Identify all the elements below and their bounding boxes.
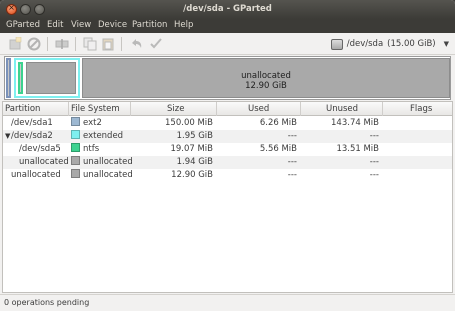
device-name: /dev/sda xyxy=(346,39,384,49)
file-system-cell: extended xyxy=(71,130,123,143)
disk-segment-unallocated[interactable]: unallocated 12.90 GiB xyxy=(82,58,450,98)
file-system-name: ext2 xyxy=(83,118,102,128)
used-cell: --- xyxy=(287,131,297,141)
column-header-flags[interactable]: Flags xyxy=(383,102,453,116)
file-system-name: unallocated xyxy=(83,170,133,180)
filesystem-color-swatch xyxy=(71,143,80,152)
delete-icon[interactable] xyxy=(27,37,41,51)
size-cell: 150.00 MiB xyxy=(165,118,213,128)
size-cell: 12.90 GiB xyxy=(171,170,213,180)
filesystem-color-swatch xyxy=(71,130,80,139)
disk-graphic: unallocated 12.90 GiB xyxy=(4,56,451,100)
unallocated-segment-label: unallocated 12.90 GiB xyxy=(83,71,449,91)
apply-icon[interactable] xyxy=(149,37,163,51)
file-system-cell: ntfs xyxy=(71,143,99,156)
menu-view[interactable]: View xyxy=(71,20,91,30)
used-cell: --- xyxy=(287,157,297,167)
menu-edit[interactable]: Edit xyxy=(47,20,63,30)
status-text: 0 operations pending xyxy=(4,298,90,307)
column-header-unused[interactable]: Unused xyxy=(301,102,383,116)
column-header-partition[interactable]: Partition xyxy=(3,102,69,116)
disk-segment-sda2-extended[interactable] xyxy=(14,58,80,98)
partition-name: /dev/sda5 xyxy=(19,144,61,154)
unused-cell: 143.74 MiB xyxy=(331,118,379,128)
used-cell: 6.26 MiB xyxy=(259,118,297,128)
partition-name: unallocated xyxy=(19,157,69,167)
disk-segment-sda1[interactable] xyxy=(6,58,11,98)
unallocated-segment-size: 12.90 GiB xyxy=(245,81,287,91)
toolbar-separator xyxy=(121,37,122,51)
unused-cell: --- xyxy=(369,170,379,180)
filesystem-color-swatch xyxy=(71,169,80,178)
gparted-window: × /dev/sda - GParted GParted Edit View D… xyxy=(0,0,455,311)
table-row[interactable]: /dev/sda5 ntfs 19.07 MiB 5.56 MiB 13.51 MiB xyxy=(3,143,452,156)
expander-arrow-icon[interactable]: ▼ xyxy=(5,130,10,143)
undo-icon[interactable] xyxy=(129,37,143,51)
unused-cell: --- xyxy=(369,131,379,141)
harddisk-icon xyxy=(330,38,343,50)
size-cell: 19.07 MiB xyxy=(170,144,213,154)
chevron-down-icon: ▼ xyxy=(443,40,449,48)
partition-table: Partition File System Size Used Unused F… xyxy=(2,101,453,293)
paste-icon[interactable] xyxy=(101,37,115,51)
device-selector[interactable]: /dev/sda (15.00 GiB) ▼ xyxy=(330,36,449,52)
table-row[interactable]: /dev/sda1 ext2 150.00 MiB 6.26 MiB 143.74 Mi… xyxy=(3,117,452,130)
partition-name: /dev/sda1 xyxy=(11,118,53,128)
window-title: /dev/sda - GParted xyxy=(183,4,272,14)
partition-name: unallocated xyxy=(11,170,61,180)
column-header-file-system[interactable]: File System xyxy=(69,102,131,116)
toolbar-separator xyxy=(75,37,76,51)
resize-move-icon[interactable] xyxy=(55,37,69,51)
file-system-name: extended xyxy=(83,131,124,141)
table-row[interactable]: unallocated unallocated 1.94 GiB --- --- xyxy=(3,156,452,169)
table-row[interactable]: ▼/dev/sda2 extended 1.95 GiB --- --- xyxy=(3,130,452,143)
filesystem-color-swatch xyxy=(71,156,80,165)
disk-segment-sda5[interactable] xyxy=(18,62,23,94)
file-system-cell: unallocated xyxy=(71,156,133,169)
new-partition-icon[interactable] xyxy=(8,37,22,51)
partition-name: /dev/sda2 xyxy=(11,131,53,141)
status-bar: 0 operations pending xyxy=(0,294,455,311)
menu-partition[interactable]: Partition xyxy=(132,20,167,30)
table-row[interactable]: unallocated unallocated 12.90 GiB --- --- xyxy=(3,169,452,182)
file-system-name: ntfs xyxy=(83,144,100,154)
unallocated-segment-name: unallocated xyxy=(241,71,291,81)
menu-help[interactable]: Help xyxy=(174,20,193,30)
toolbar: /dev/sda (15.00 GiB) ▼ xyxy=(0,33,455,55)
device-size: (15.00 GiB) xyxy=(387,39,436,49)
disk-segment-unallocated-logical[interactable] xyxy=(26,62,76,94)
size-cell: 1.95 GiB xyxy=(176,131,213,141)
menu-device[interactable]: Device xyxy=(98,20,127,30)
used-cell: 5.56 MiB xyxy=(259,144,297,154)
size-cell: 1.94 GiB xyxy=(176,157,213,167)
column-header-size[interactable]: Size xyxy=(131,102,217,116)
file-system-cell: ext2 xyxy=(71,117,102,130)
used-cell: --- xyxy=(287,170,297,180)
unused-cell: --- xyxy=(369,157,379,167)
filesystem-color-swatch xyxy=(71,117,80,126)
menu-gparted[interactable]: GParted xyxy=(6,20,40,30)
toolbar-separator xyxy=(47,37,48,51)
file-system-cell: unallocated xyxy=(71,169,133,182)
menu-bar: GParted Edit View Device Partition Help xyxy=(0,19,455,33)
file-system-name: unallocated xyxy=(83,157,133,167)
column-header-used[interactable]: Used xyxy=(217,102,301,116)
unused-cell: 13.51 MiB xyxy=(336,144,379,154)
table-header: Partition File System Size Used Unused F… xyxy=(3,102,452,116)
copy-icon[interactable] xyxy=(83,37,97,51)
title-bar: × /dev/sda - GParted xyxy=(0,0,455,19)
